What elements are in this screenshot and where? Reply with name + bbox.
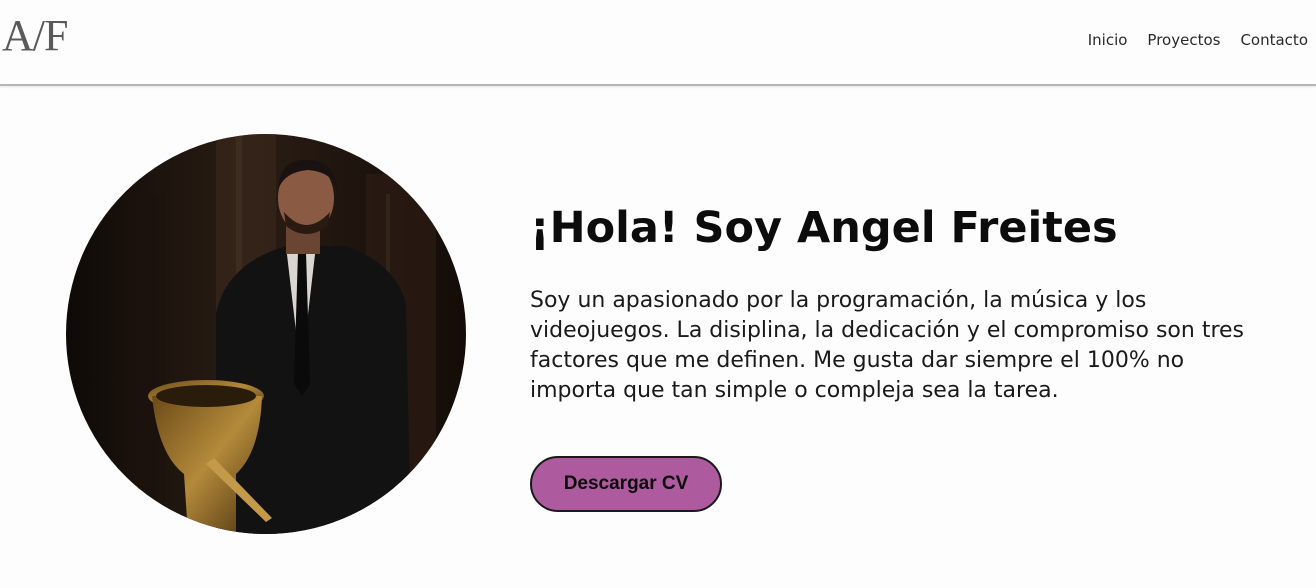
hero-description: Soy un apasionado por la programación, l… bbox=[530, 288, 1245, 403]
site-logo[interactable]: A/F bbox=[2, 10, 68, 62]
nav-link-proyectos[interactable]: Proyectos bbox=[1147, 30, 1220, 50]
navbar: A/F Inicio Proyectos Contacto bbox=[0, 0, 1316, 86]
portrait-with-tuba-photo bbox=[66, 134, 466, 534]
nav-links: Inicio Proyectos Contacto bbox=[1088, 30, 1308, 50]
profile-photo bbox=[66, 134, 466, 534]
hero-title: ¡Hola! Soy Angel Freites bbox=[530, 203, 1118, 253]
nav-link-inicio[interactable]: Inicio bbox=[1088, 30, 1128, 50]
nav-link-contacto[interactable]: Contacto bbox=[1240, 30, 1308, 50]
download-cv-button[interactable]: Descargar CV bbox=[530, 456, 722, 512]
